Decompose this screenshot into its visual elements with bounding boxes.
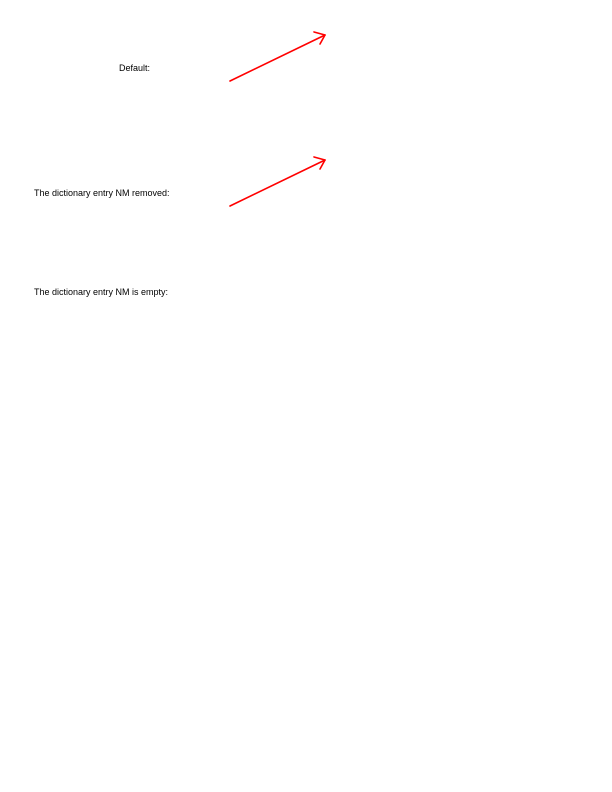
document-page: Default: The dictionary entry NM removed…: [0, 0, 612, 792]
red-arrow-annotation: [229, 31, 326, 82]
arrow-line: [229, 34, 326, 82]
nm-removed-label: The dictionary entry NM removed:: [34, 188, 170, 198]
default-label: Default:: [119, 63, 151, 73]
red-arrow-annotation: [229, 156, 326, 207]
nm-empty-label: The dictionary entry NM is empty:: [34, 287, 169, 297]
arrow-line: [229, 159, 326, 207]
